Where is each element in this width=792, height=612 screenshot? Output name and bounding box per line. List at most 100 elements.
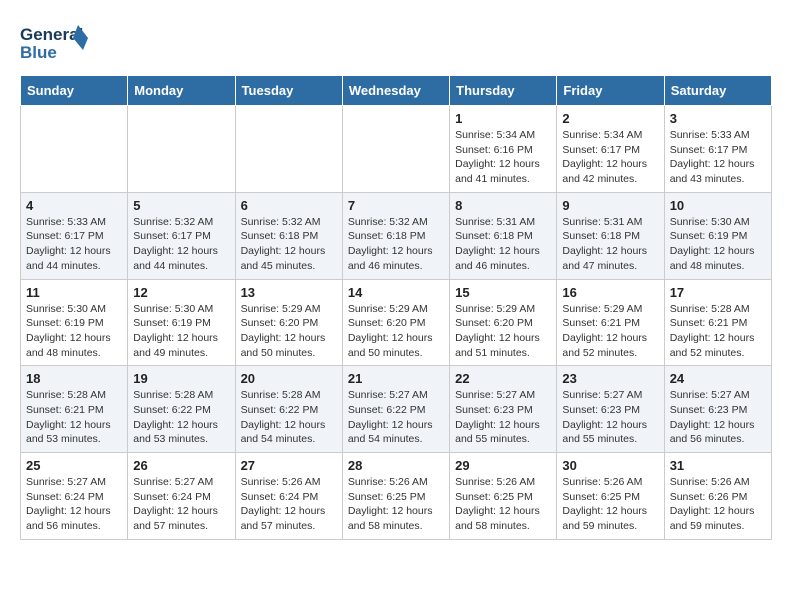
day-number: 24	[670, 371, 766, 386]
day-info: Sunrise: 5:27 AMSunset: 6:23 PMDaylight:…	[455, 388, 551, 447]
day-number: 11	[26, 285, 122, 300]
day-info: Sunrise: 5:31 AMSunset: 6:18 PMDaylight:…	[455, 215, 551, 274]
day-number: 20	[241, 371, 337, 386]
cell-w0-d1	[128, 106, 235, 193]
day-info: Sunrise: 5:33 AMSunset: 6:17 PMDaylight:…	[670, 128, 766, 187]
day-number: 25	[26, 458, 122, 473]
col-header-saturday: Saturday	[664, 76, 771, 106]
day-info: Sunrise: 5:34 AMSunset: 6:16 PMDaylight:…	[455, 128, 551, 187]
cell-w0-d0	[21, 106, 128, 193]
cell-w3-d0: 18 Sunrise: 5:28 AMSunset: 6:21 PMDayligh…	[21, 366, 128, 453]
day-info: Sunrise: 5:27 AMSunset: 6:23 PMDaylight:…	[670, 388, 766, 447]
day-number: 5	[133, 198, 229, 213]
day-info: Sunrise: 5:31 AMSunset: 6:18 PMDaylight:…	[562, 215, 658, 274]
day-number: 29	[455, 458, 551, 473]
cell-w1-d5: 9 Sunrise: 5:31 AMSunset: 6:18 PMDaylight…	[557, 192, 664, 279]
day-info: Sunrise: 5:29 AMSunset: 6:21 PMDaylight:…	[562, 302, 658, 361]
day-info: Sunrise: 5:28 AMSunset: 6:21 PMDaylight:…	[670, 302, 766, 361]
day-number: 26	[133, 458, 229, 473]
day-number: 3	[670, 111, 766, 126]
col-header-thursday: Thursday	[450, 76, 557, 106]
day-info: Sunrise: 5:32 AMSunset: 6:18 PMDaylight:…	[241, 215, 337, 274]
day-number: 15	[455, 285, 551, 300]
cell-w3-d4: 22 Sunrise: 5:27 AMSunset: 6:23 PMDayligh…	[450, 366, 557, 453]
day-number: 28	[348, 458, 444, 473]
day-info: Sunrise: 5:30 AMSunset: 6:19 PMDaylight:…	[670, 215, 766, 274]
day-number: 21	[348, 371, 444, 386]
cell-w2-d5: 16 Sunrise: 5:29 AMSunset: 6:21 PMDayligh…	[557, 279, 664, 366]
day-number: 1	[455, 111, 551, 126]
day-number: 2	[562, 111, 658, 126]
cell-w4-d6: 31 Sunrise: 5:26 AMSunset: 6:26 PMDayligh…	[664, 453, 771, 540]
cell-w2-d1: 12Sunrise: 5:30 AMSunset: 6:19 PMDayligh…	[128, 279, 235, 366]
day-number: 22	[455, 371, 551, 386]
cell-w0-d6: 3 Sunrise: 5:33 AMSunset: 6:17 PMDaylight…	[664, 106, 771, 193]
cell-w4-d1: 26 Sunrise: 5:27 AMSunset: 6:24 PMDayligh…	[128, 453, 235, 540]
day-info: Sunrise: 5:29 AMSunset: 6:20 PMDaylight:…	[348, 302, 444, 361]
cell-w4-d5: 30 Sunrise: 5:26 AMSunset: 6:25 PMDayligh…	[557, 453, 664, 540]
day-info: Sunrise: 5:27 AMSunset: 6:22 PMDaylight:…	[348, 388, 444, 447]
cell-w0-d3	[342, 106, 449, 193]
day-info: Sunrise: 5:26 AMSunset: 6:25 PMDaylight:…	[455, 475, 551, 534]
cell-w2-d2: 13 Sunrise: 5:29 AMSunset: 6:20 PMDayligh…	[235, 279, 342, 366]
cell-w1-d0: 4Sunrise: 5:33 AMSunset: 6:17 PMDaylight…	[21, 192, 128, 279]
cell-w0-d5: 2 Sunrise: 5:34 AMSunset: 6:17 PMDaylight…	[557, 106, 664, 193]
col-header-sunday: Sunday	[21, 76, 128, 106]
cell-w1-d6: 10 Sunrise: 5:30 AMSunset: 6:19 PMDayligh…	[664, 192, 771, 279]
calendar-table: SundayMondayTuesdayWednesdayThursdayFrid…	[20, 75, 772, 540]
day-info: Sunrise: 5:28 AMSunset: 6:21 PMDaylight:…	[26, 388, 122, 447]
cell-w1-d1: 5 Sunrise: 5:32 AMSunset: 6:17 PMDaylight…	[128, 192, 235, 279]
col-header-monday: Monday	[128, 76, 235, 106]
cell-w3-d3: 21 Sunrise: 5:27 AMSunset: 6:22 PMDayligh…	[342, 366, 449, 453]
col-header-wednesday: Wednesday	[342, 76, 449, 106]
svg-text:General: General	[20, 25, 83, 44]
day-number: 18	[26, 371, 122, 386]
cell-w0-d2	[235, 106, 342, 193]
day-info: Sunrise: 5:29 AMSunset: 6:20 PMDaylight:…	[241, 302, 337, 361]
day-number: 30	[562, 458, 658, 473]
day-info: Sunrise: 5:26 AMSunset: 6:25 PMDaylight:…	[562, 475, 658, 534]
cell-w3-d6: 24 Sunrise: 5:27 AMSunset: 6:23 PMDayligh…	[664, 366, 771, 453]
cell-w3-d1: 19 Sunrise: 5:28 AMSunset: 6:22 PMDayligh…	[128, 366, 235, 453]
day-info: Sunrise: 5:32 AMSunset: 6:18 PMDaylight:…	[348, 215, 444, 274]
day-number: 27	[241, 458, 337, 473]
col-header-friday: Friday	[557, 76, 664, 106]
header: GeneralBlue	[20, 20, 772, 65]
day-number: 6	[241, 198, 337, 213]
cell-w1-d3: 7Sunrise: 5:32 AMSunset: 6:18 PMDaylight…	[342, 192, 449, 279]
logo: GeneralBlue	[20, 20, 90, 65]
day-info: Sunrise: 5:27 AMSunset: 6:24 PMDaylight:…	[26, 475, 122, 534]
cell-w1-d4: 8 Sunrise: 5:31 AMSunset: 6:18 PMDaylight…	[450, 192, 557, 279]
day-number: 31	[670, 458, 766, 473]
day-info: Sunrise: 5:27 AMSunset: 6:24 PMDaylight:…	[133, 475, 229, 534]
cell-w2-d0: 11Sunrise: 5:30 AMSunset: 6:19 PMDayligh…	[21, 279, 128, 366]
day-number: 13	[241, 285, 337, 300]
cell-w4-d4: 29 Sunrise: 5:26 AMSunset: 6:25 PMDayligh…	[450, 453, 557, 540]
day-info: Sunrise: 5:26 AMSunset: 6:24 PMDaylight:…	[241, 475, 337, 534]
cell-w4-d0: 25 Sunrise: 5:27 AMSunset: 6:24 PMDayligh…	[21, 453, 128, 540]
day-number: 10	[670, 198, 766, 213]
cell-w2-d4: 15 Sunrise: 5:29 AMSunset: 6:20 PMDayligh…	[450, 279, 557, 366]
cell-w1-d2: 6 Sunrise: 5:32 AMSunset: 6:18 PMDaylight…	[235, 192, 342, 279]
day-info: Sunrise: 5:32 AMSunset: 6:17 PMDaylight:…	[133, 215, 229, 274]
day-info: Sunrise: 5:28 AMSunset: 6:22 PMDaylight:…	[241, 388, 337, 447]
cell-w2-d6: 17 Sunrise: 5:28 AMSunset: 6:21 PMDayligh…	[664, 279, 771, 366]
day-info: Sunrise: 5:33 AMSunset: 6:17 PMDaylight:…	[26, 215, 122, 274]
day-number: 14	[348, 285, 444, 300]
day-info: Sunrise: 5:26 AMSunset: 6:25 PMDaylight:…	[348, 475, 444, 534]
day-number: 19	[133, 371, 229, 386]
cell-w3-d2: 20 Sunrise: 5:28 AMSunset: 6:22 PMDayligh…	[235, 366, 342, 453]
day-info: Sunrise: 5:27 AMSunset: 6:23 PMDaylight:…	[562, 388, 658, 447]
day-info: Sunrise: 5:34 AMSunset: 6:17 PMDaylight:…	[562, 128, 658, 187]
logo-svg: GeneralBlue	[20, 20, 90, 65]
day-info: Sunrise: 5:29 AMSunset: 6:20 PMDaylight:…	[455, 302, 551, 361]
day-info: Sunrise: 5:28 AMSunset: 6:22 PMDaylight:…	[133, 388, 229, 447]
day-number: 8	[455, 198, 551, 213]
day-number: 9	[562, 198, 658, 213]
day-number: 17	[670, 285, 766, 300]
day-number: 16	[562, 285, 658, 300]
day-info: Sunrise: 5:26 AMSunset: 6:26 PMDaylight:…	[670, 475, 766, 534]
cell-w3-d5: 23Sunrise: 5:27 AMSunset: 6:23 PMDayligh…	[557, 366, 664, 453]
cell-w2-d3: 14 Sunrise: 5:29 AMSunset: 6:20 PMDayligh…	[342, 279, 449, 366]
svg-text:Blue: Blue	[20, 43, 57, 62]
